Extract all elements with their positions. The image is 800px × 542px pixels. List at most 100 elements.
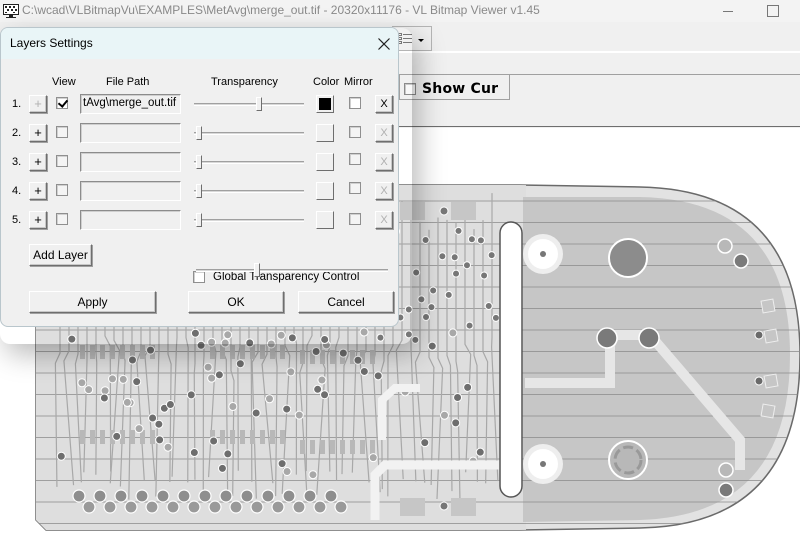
slider-thumb[interactable] xyxy=(256,97,262,111)
via xyxy=(320,390,330,400)
global-transparency-slider[interactable] xyxy=(196,261,388,281)
via xyxy=(282,466,292,476)
layer-mirror-checkbox[interactable] xyxy=(349,213,361,225)
via xyxy=(56,451,66,461)
layer-mirror-checkbox[interactable] xyxy=(349,153,361,165)
smd-pad xyxy=(100,430,105,444)
layer-view-checkbox[interactable] xyxy=(56,213,68,225)
monitor-grid-icon xyxy=(3,4,19,18)
via xyxy=(311,347,321,357)
via xyxy=(235,359,245,369)
connector-pin xyxy=(334,500,348,514)
layers-settings-dialog: Layers Settings View File Path Transpare… xyxy=(0,27,399,327)
smd-pad xyxy=(280,345,285,359)
slider-thumb[interactable] xyxy=(253,263,260,277)
minimize-button[interactable] xyxy=(715,1,743,21)
dialog-titlebar[interactable]: Layers Settings xyxy=(1,28,398,59)
smd-pad xyxy=(130,430,135,444)
layer-transparency-slider[interactable] xyxy=(194,153,304,173)
smd-pad xyxy=(360,440,365,454)
smd-pad xyxy=(320,440,325,454)
column-header-color: Color xyxy=(313,76,340,88)
slider-track xyxy=(194,190,304,193)
layer-mirror-checkbox[interactable] xyxy=(349,182,361,194)
via xyxy=(165,399,175,409)
smd-pad xyxy=(90,430,95,444)
smd-pad xyxy=(240,430,245,444)
slider-track xyxy=(194,132,304,135)
layer-color-button[interactable] xyxy=(316,124,334,142)
layer-color-button[interactable] xyxy=(316,182,334,200)
layer-number: 5. xyxy=(12,214,22,226)
layer-add-file-button[interactable]: + xyxy=(29,153,47,171)
layer-remove-button[interactable]: X xyxy=(375,182,393,200)
layer-file-path-field[interactable] xyxy=(80,210,181,230)
dialog-close-button[interactable] xyxy=(373,34,395,54)
via xyxy=(132,377,142,387)
ok-button[interactable]: OK xyxy=(188,291,284,313)
via xyxy=(148,413,158,423)
layer-view-checkbox[interactable] xyxy=(56,155,68,167)
add-layer-button[interactable]: Add Layer xyxy=(29,244,92,266)
color-swatch xyxy=(319,98,331,110)
layer-transparency-slider[interactable] xyxy=(194,211,304,231)
via xyxy=(353,355,363,365)
layer-remove-button[interactable]: X xyxy=(375,124,393,142)
layer-view-checkbox[interactable] xyxy=(56,126,68,138)
cancel-button[interactable]: Cancel xyxy=(298,291,394,313)
via xyxy=(223,449,233,459)
layer-number: 1. xyxy=(12,98,22,110)
layer-mirror-checkbox[interactable] xyxy=(349,126,361,138)
layer-remove-button[interactable]: X xyxy=(375,95,393,113)
maximize-button[interactable] xyxy=(760,1,788,21)
via xyxy=(228,401,238,411)
layer-number: 2. xyxy=(12,127,22,139)
via xyxy=(163,442,173,452)
column-header-file-path: File Path xyxy=(106,76,150,88)
layer-view-checkbox[interactable] xyxy=(56,184,68,196)
layer-add-file-button[interactable]: + xyxy=(29,124,47,142)
smd-pad xyxy=(80,345,85,359)
slider-thumb[interactable] xyxy=(196,184,202,198)
layer-file-path-field[interactable]: tAvg\merge_out.tif xyxy=(80,94,181,114)
smd-pad xyxy=(330,440,335,454)
slider-thumb[interactable] xyxy=(196,155,202,169)
via xyxy=(203,362,213,372)
show-cursor-label[interactable]: Show Cur xyxy=(422,81,498,97)
via xyxy=(84,385,94,395)
via xyxy=(411,335,420,344)
layer-transparency-slider[interactable] xyxy=(194,124,304,144)
layer-file-path-field[interactable] xyxy=(80,181,181,201)
layer-mirror-checkbox[interactable] xyxy=(349,97,361,109)
slider-track xyxy=(196,269,388,272)
via xyxy=(476,236,485,245)
layer-add-file-button[interactable]: + xyxy=(29,182,47,200)
via xyxy=(450,253,459,262)
layer-add-file-button[interactable]: + xyxy=(29,95,47,113)
slider-track xyxy=(194,161,304,164)
layer-remove-button[interactable]: X xyxy=(375,211,393,229)
connector-pin xyxy=(145,500,159,514)
smd-pad xyxy=(100,345,105,359)
layer-file-path-field[interactable] xyxy=(80,123,181,143)
layer-remove-button[interactable]: X xyxy=(375,153,393,171)
via xyxy=(313,384,323,394)
via xyxy=(467,235,476,244)
connector-pin xyxy=(282,489,296,503)
slider-thumb[interactable] xyxy=(196,213,202,227)
connector-pin xyxy=(156,489,170,503)
apply-button[interactable]: Apply xyxy=(29,291,156,313)
layer-view-checkbox[interactable] xyxy=(56,97,68,109)
connector-pin xyxy=(72,489,86,503)
layer-transparency-slider[interactable] xyxy=(194,95,304,115)
layer-transparency-slider[interactable] xyxy=(194,182,304,202)
slider-thumb[interactable] xyxy=(196,126,202,140)
layer-color-button[interactable] xyxy=(316,211,334,229)
via xyxy=(465,321,474,330)
layer-file-path-field[interactable] xyxy=(80,152,181,172)
layer-color-button[interactable] xyxy=(316,153,334,171)
via xyxy=(438,252,447,261)
via xyxy=(484,301,493,310)
layer-add-file-button[interactable]: + xyxy=(29,211,47,229)
layer-color-button[interactable] xyxy=(316,95,334,113)
